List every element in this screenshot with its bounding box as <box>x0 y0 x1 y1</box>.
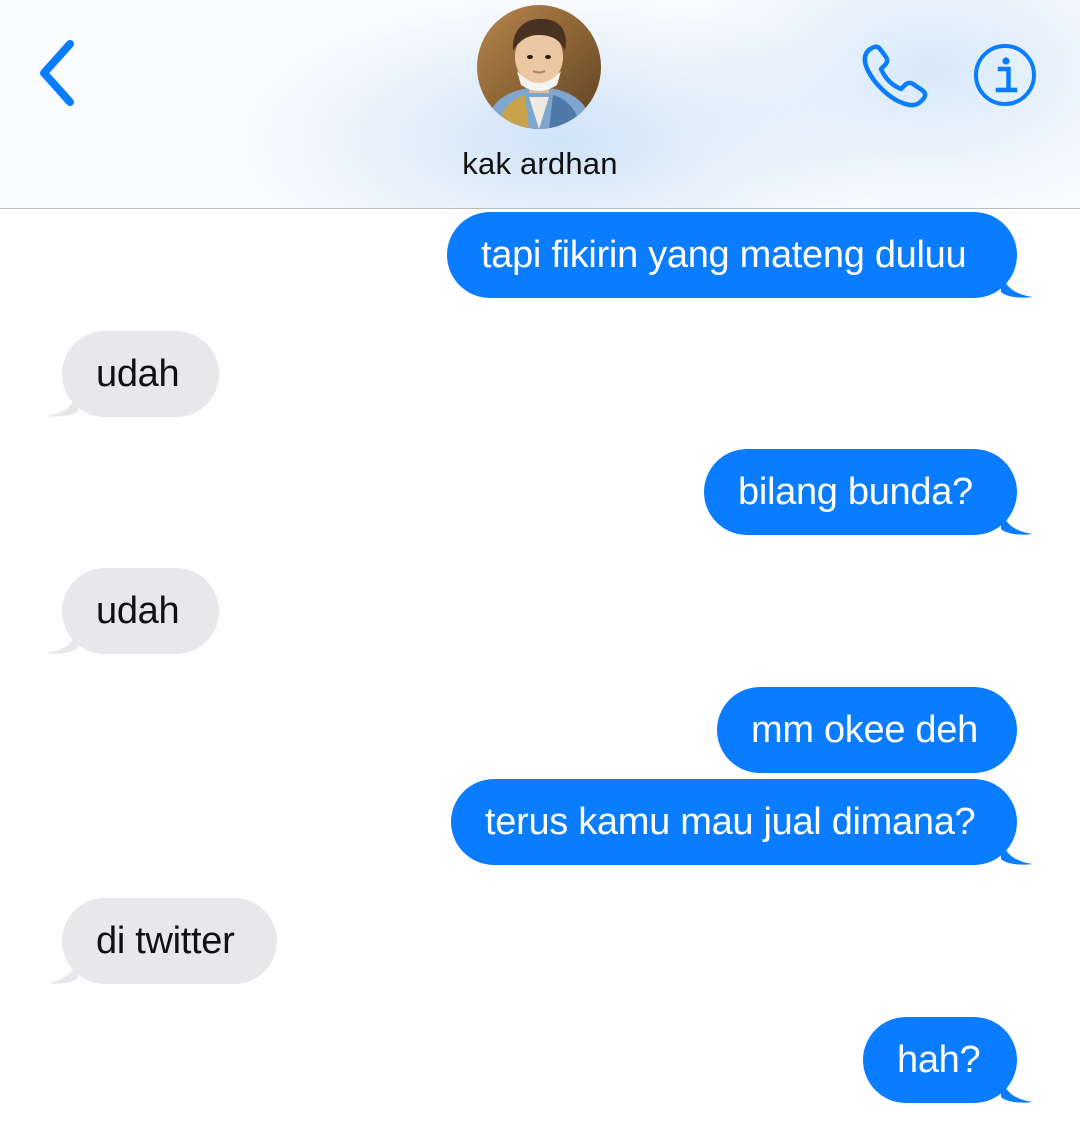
bubble-tail <box>1001 505 1033 535</box>
outgoing-message[interactable]: hah? <box>863 1017 1033 1103</box>
info-button[interactable] <box>972 42 1038 108</box>
message-text: di twitter <box>96 920 235 962</box>
contact-avatar[interactable] <box>477 5 601 129</box>
incoming-message[interactable]: di twitter <box>46 898 277 984</box>
bubble-tail <box>1001 268 1033 298</box>
contact-name[interactable]: kak ardhan <box>390 146 690 182</box>
conversation-header: kak ardhan <box>0 0 1080 209</box>
message-text: udah <box>96 353 180 395</box>
message-text: bilang bunda? <box>738 471 973 513</box>
messages-screen: kak ardhan tapi fikirin yang mateng dulu… <box>0 0 1080 1137</box>
outgoing-message[interactable]: bilang bunda? <box>704 449 1033 535</box>
bubble-tail <box>46 624 78 654</box>
info-icon <box>974 44 1036 106</box>
outgoing-message[interactable]: tapi fikirin yang mateng duluu <box>447 212 1033 298</box>
outgoing-message[interactable]: mm okee deh <box>717 687 1017 773</box>
phone-icon <box>862 44 928 108</box>
message-text: terus kamu mau jual dimana? <box>485 801 976 843</box>
back-button[interactable] <box>34 38 94 108</box>
bubble-tail <box>1001 1073 1033 1103</box>
bubble-tail <box>46 387 78 417</box>
call-button[interactable] <box>858 40 934 112</box>
message-text: udah <box>96 590 180 632</box>
incoming-message[interactable]: udah <box>46 331 219 417</box>
incoming-message[interactable]: udah <box>46 568 219 654</box>
outgoing-message[interactable]: terus kamu mau jual dimana? <box>451 779 1033 865</box>
bubble-tail <box>46 954 78 984</box>
message-text: hah? <box>897 1039 981 1081</box>
contact-photo <box>477 5 601 129</box>
bubble-tail <box>1001 835 1033 865</box>
message-text: tapi fikirin yang mateng duluu <box>481 234 967 276</box>
chevron-left-icon <box>40 40 74 106</box>
message-text: mm okee deh <box>751 709 978 751</box>
